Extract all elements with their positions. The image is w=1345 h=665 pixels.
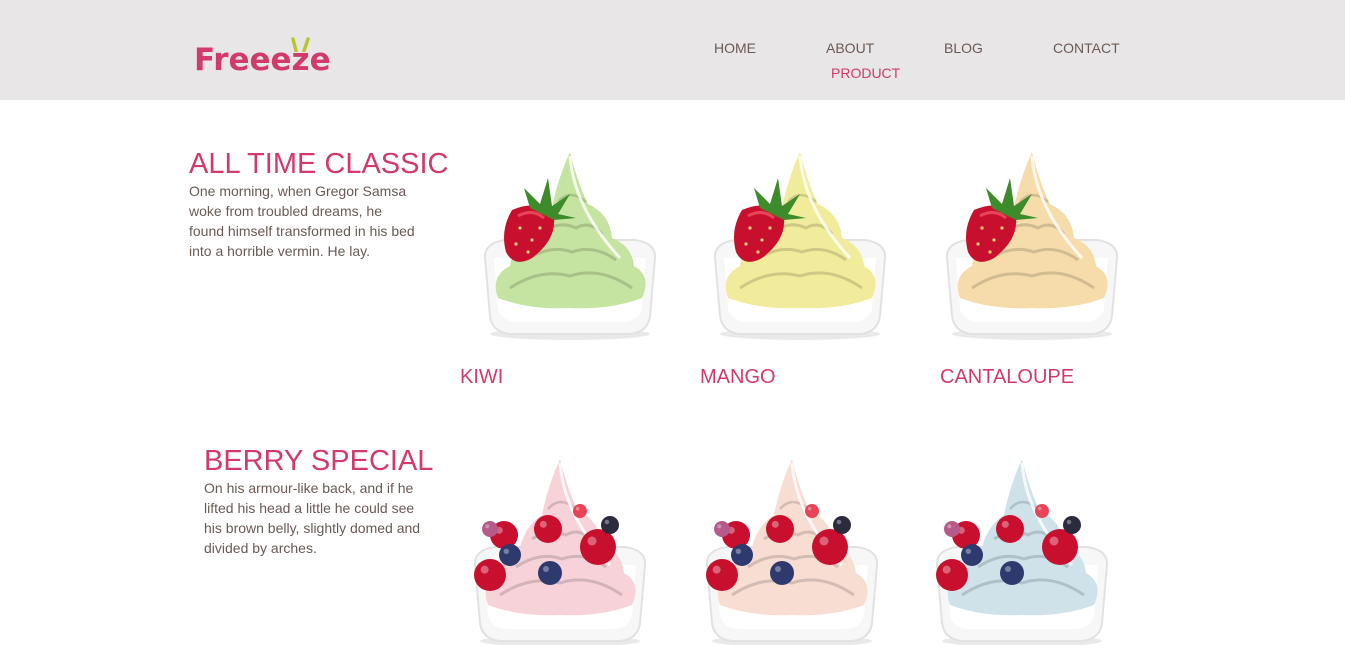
section-title-berry: BERRY SPECIAL bbox=[204, 445, 434, 477]
blue-berry-frozen-yogurt-image[interactable] bbox=[922, 455, 1122, 645]
nav-product[interactable]: PRODUCT bbox=[831, 65, 900, 81]
product-card-berry-blue[interactable] bbox=[922, 455, 1122, 665]
mango-frozen-yogurt-image[interactable] bbox=[700, 148, 900, 348]
cantaloupe-frozen-yogurt-image[interactable] bbox=[932, 148, 1132, 348]
section-description-classic: One morning, when Gregor Samsa woke from… bbox=[189, 183, 415, 259]
logo-ears-icon bbox=[291, 37, 310, 52]
product-card-cantaloupe[interactable] bbox=[932, 148, 1132, 358]
product-card-berry-pink[interactable] bbox=[460, 455, 660, 665]
product-name-kiwi[interactable]: KIWI bbox=[460, 366, 503, 389]
freeeze-logo[interactable]: Freeeze bbox=[194, 36, 334, 80]
product-name-cantaloupe[interactable]: CANTALOUPE bbox=[940, 366, 1074, 389]
nav-about[interactable]: ABOUT bbox=[826, 40, 874, 56]
section-title-classic: ALL TIME CLASSIC bbox=[189, 148, 449, 180]
nav-home[interactable]: HOME bbox=[714, 40, 756, 56]
peach-berry-frozen-yogurt-image[interactable] bbox=[692, 455, 892, 645]
product-name-mango[interactable]: MANGO bbox=[700, 366, 776, 389]
product-card-kiwi[interactable] bbox=[470, 148, 670, 358]
section-description-berry: On his armour-like back, and if he lifte… bbox=[204, 480, 421, 556]
product-card-berry-peach[interactable] bbox=[692, 455, 892, 665]
nav-contact[interactable]: CONTACT bbox=[1053, 40, 1120, 56]
product-card-mango[interactable] bbox=[700, 148, 900, 358]
kiwi-frozen-yogurt-image[interactable] bbox=[470, 148, 670, 348]
nav-blog[interactable]: BLOG bbox=[944, 40, 983, 56]
pink-berry-frozen-yogurt-image[interactable] bbox=[460, 455, 660, 645]
site-header: Freeeze HOME ABOUT BLOG CONTACT PRODUCT bbox=[0, 0, 1345, 100]
